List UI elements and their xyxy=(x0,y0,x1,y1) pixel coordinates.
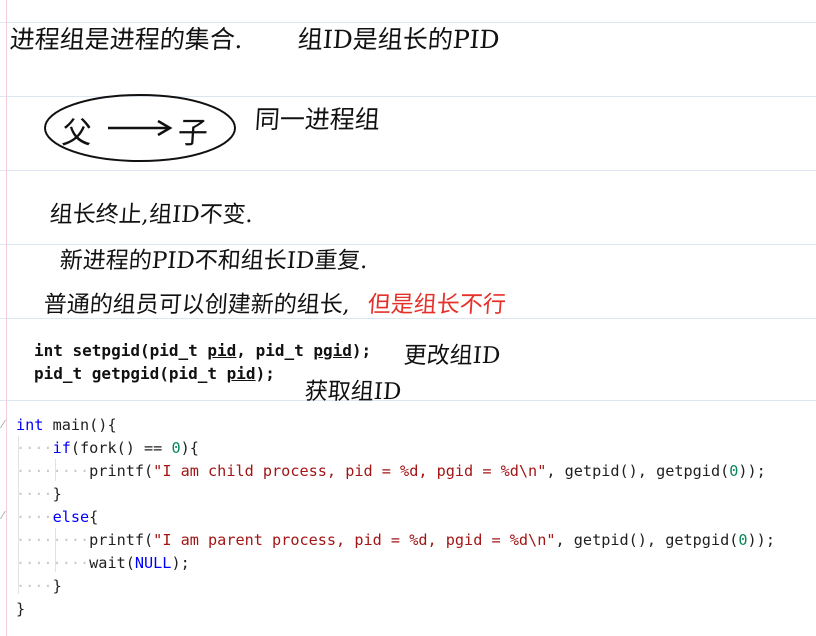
code-line-3: ········printf("I am child process, pid … xyxy=(16,462,766,480)
note-child: 子 xyxy=(176,116,209,151)
note-change-group-id: 更改组ID xyxy=(402,343,502,369)
code-line-5: ····else{ xyxy=(16,508,99,526)
note-get-group-id: 获取组ID xyxy=(303,379,403,405)
code-line-8: ····} xyxy=(16,577,62,595)
note-parent: 父 xyxy=(60,116,93,151)
note-member-can-create: 普通的组员可以创建新的组长, xyxy=(42,292,352,318)
margin-line xyxy=(6,0,7,636)
code-line-9: } xyxy=(16,600,26,618)
code-line-2: ····if(fork() == 0){ xyxy=(16,439,199,457)
note-group-id-def: 组ID是组长的PID xyxy=(296,25,501,54)
setpgid-signature: int setpgid(pid_t pid, pid_t pgid); xyxy=(34,341,372,360)
code-line-6: ········printf("I am parent process, pid… xyxy=(16,531,775,549)
note-leader-cannot: 但是组长不行 xyxy=(366,292,507,318)
getpgid-arg-pid: pid xyxy=(226,364,256,383)
code-line-1: int main(){ xyxy=(16,416,117,434)
fold-marker-icon[interactable]: ⁄ xyxy=(2,509,4,522)
note-same-group: 同一进程组 xyxy=(253,105,381,134)
note-process-group-def: 进程组是进程的集合. xyxy=(8,25,244,54)
setpgid-arg-pgid: pgid xyxy=(313,341,352,360)
fold-marker-icon[interactable]: ⁄ xyxy=(2,418,4,431)
setpgid-arg-pid: pid xyxy=(207,341,237,360)
note-new-pid: 新进程的PID不和组长ID重复. xyxy=(58,248,369,274)
getpgid-signature: pid_t getpgid(pid_t pid); xyxy=(34,364,275,383)
code-line-4: ····} xyxy=(16,485,62,503)
note-leader-terminates: 组长终止,组ID不变. xyxy=(48,202,254,228)
code-line-7: ········wait(NULL); xyxy=(16,554,190,572)
